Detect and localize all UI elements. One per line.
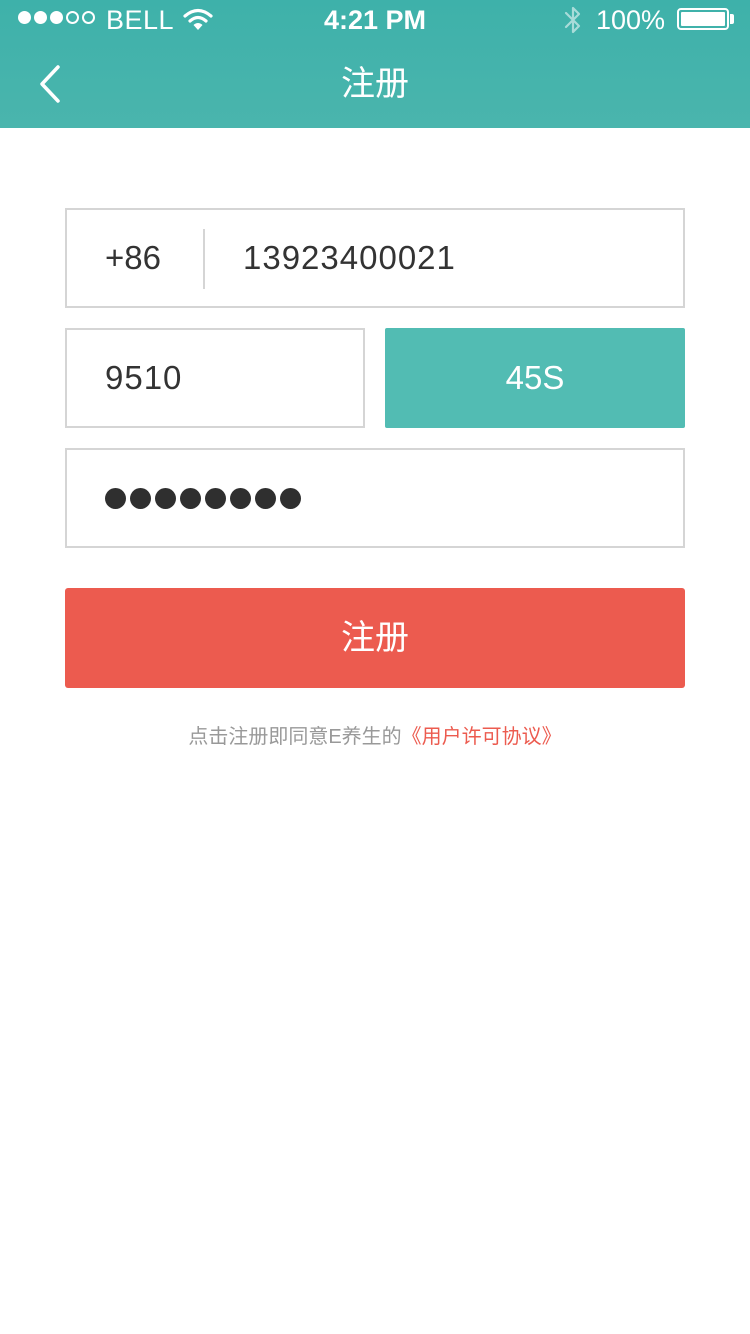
password-mask-dot [255, 487, 276, 509]
register-button[interactable]: 注册 [65, 588, 685, 688]
agreement-prefix: 点击注册即同意E养生的 [188, 726, 402, 748]
page-title: 注册 [341, 65, 409, 103]
password-mask-dot [280, 487, 301, 509]
back-button[interactable] [20, 54, 80, 114]
battery-icon [677, 8, 729, 30]
password-mask-dot [105, 487, 126, 509]
header: BELL 4:21 PM 100% 注册 [0, 0, 750, 128]
status-bar: BELL 4:21 PM 100% [0, 0, 750, 40]
password-mask-dot [180, 487, 201, 509]
verification-code-field [65, 328, 365, 428]
battery-tip [730, 14, 734, 24]
agreement-text: 点击注册即同意E养生的《用户许可协议》 [0, 722, 750, 752]
nav-bar: 注册 [0, 40, 750, 128]
password-mask-dot [155, 487, 176, 509]
password-mask-dot [130, 487, 151, 509]
password-mask-dot [205, 487, 226, 509]
battery-percentage: 100% [596, 5, 666, 35]
verification-code-input[interactable] [105, 330, 345, 426]
battery-fill [681, 12, 725, 26]
bluetooth-icon [564, 6, 581, 34]
country-code-selector[interactable]: +86 [105, 210, 161, 306]
password-mask-dot [230, 487, 251, 509]
divider [203, 229, 205, 289]
phone-field: +86 [65, 208, 685, 308]
password-input[interactable] [105, 450, 301, 546]
user-agreement-link[interactable]: 《用户许可协议》 [402, 726, 562, 748]
chevron-left-icon [40, 65, 60, 103]
password-field [65, 448, 685, 548]
send-code-countdown-button[interactable]: 45S [385, 328, 685, 428]
register-screen: BELL 4:21 PM 100% 注册 +86 13923400021 951… [0, 0, 750, 1334]
phone-input[interactable] [243, 210, 663, 306]
